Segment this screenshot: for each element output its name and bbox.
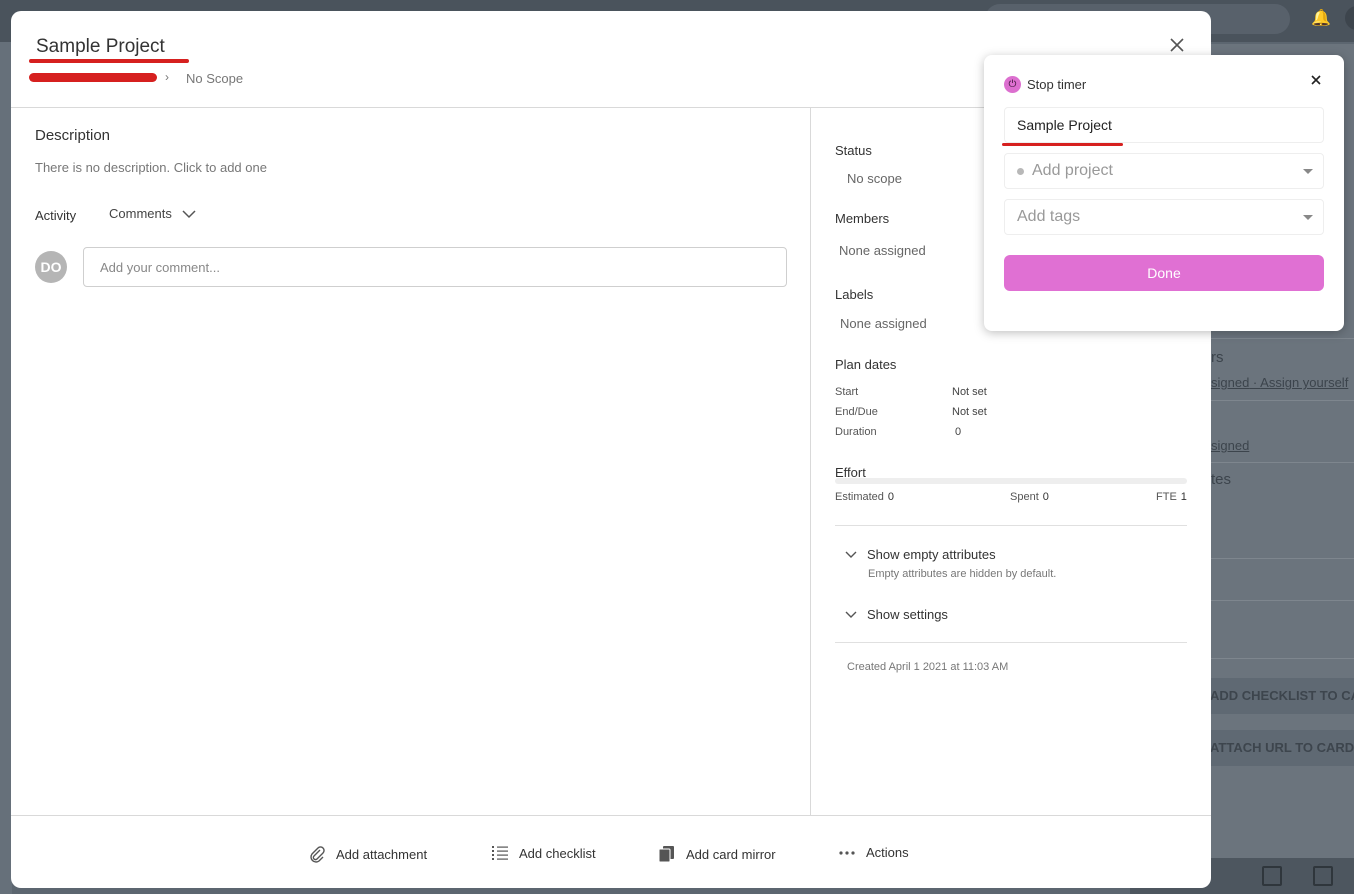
plan-start-value[interactable]: Not set	[952, 386, 987, 398]
board-icon	[1313, 866, 1333, 886]
description-title: Description	[35, 127, 111, 144]
background-divider	[1210, 338, 1354, 339]
divider	[835, 525, 1187, 526]
labels-title: Labels	[835, 287, 874, 302]
status-value[interactable]: No scope	[847, 171, 902, 186]
add-tags-dropdown[interactable]: Add tags	[1004, 199, 1324, 235]
comment-input[interactable]	[83, 247, 787, 287]
background-assign-links: signed · Assign yourself	[1211, 375, 1349, 390]
description-placeholder[interactable]: There is no description. Click to add on…	[35, 160, 267, 175]
add-tags-placeholder: Add tags	[1017, 208, 1081, 225]
add-card-mirror-label: Add card mirror	[686, 846, 776, 862]
members-value[interactable]: None assigned	[839, 243, 926, 258]
add-attachment-button[interactable]: Add attachment	[308, 845, 427, 863]
plan-duration-label: Duration	[835, 426, 877, 438]
project-dot-icon	[1017, 167, 1024, 175]
activity-label: Activity	[35, 208, 77, 223]
plan-start-label: Start	[835, 386, 859, 398]
show-settings-toggle[interactable]: Show settings	[845, 607, 948, 622]
effort-fte[interactable]: FTE 1	[1156, 491, 1187, 503]
power-icon: ⏻	[1004, 76, 1021, 93]
checklist-icon	[492, 846, 508, 860]
activity-filter-label: Comments	[109, 206, 172, 221]
effort-progress-bar	[835, 478, 1187, 484]
show-settings-label: Show settings	[867, 607, 948, 622]
avatar: DO	[35, 251, 67, 283]
effort-spent[interactable]: Spent 0	[1010, 491, 1049, 503]
add-checklist-label: Add checklist	[519, 845, 596, 861]
external-link-icon	[1262, 866, 1282, 886]
plan-end-label: End/Due	[835, 406, 878, 418]
redaction-mark	[1002, 143, 1123, 146]
chevron-down-icon	[845, 611, 857, 618]
background-members-title: rs	[1211, 349, 1224, 366]
timer-description-input[interactable]	[1004, 107, 1324, 143]
created-timestamp: Created April 1 2021 at 11:03 AM	[847, 661, 1009, 673]
timer-popover: ⏻ Stop timer Add project Add tags Done	[984, 55, 1344, 331]
background-add-checklist-button: ADD CHECKLIST TO CARD	[1210, 678, 1354, 714]
members-title: Members	[835, 211, 890, 226]
plan-end-value[interactable]: Not set	[952, 406, 987, 418]
chevron-down-icon	[845, 551, 857, 558]
background-attach-url-button: ATTACH URL TO CARD	[1210, 730, 1354, 766]
chevron-right-icon: ›	[165, 70, 169, 84]
show-empty-attributes-hint: Empty attributes are hidden by default.	[868, 568, 1057, 580]
show-empty-attributes-label: Show empty attributes	[867, 547, 996, 562]
add-project-dropdown[interactable]: Add project	[1004, 153, 1324, 189]
redaction-mark	[29, 59, 189, 63]
more-dots-icon	[839, 850, 855, 855]
bell-icon: 🔔	[1311, 10, 1331, 27]
plan-duration-value[interactable]: 0	[955, 426, 961, 438]
divider	[835, 642, 1187, 643]
background-labels-link: signed	[1211, 438, 1250, 453]
caret-down-icon	[1303, 169, 1313, 174]
breadcrumb-scope[interactable]: No Scope	[186, 71, 243, 86]
actions-button[interactable]: Actions	[838, 845, 909, 860]
show-empty-attributes-toggle[interactable]: Show empty attributes	[845, 547, 996, 562]
caret-down-icon	[1303, 215, 1313, 220]
timer-title: Stop timer	[1027, 77, 1087, 92]
background-divider	[1210, 462, 1354, 463]
card-title[interactable]: Sample Project	[36, 36, 165, 58]
actions-label: Actions	[866, 845, 909, 860]
close-icon[interactable]	[1309, 73, 1323, 87]
labels-value[interactable]: None assigned	[840, 316, 927, 331]
effort-estimated[interactable]: Estimated 0	[835, 491, 894, 503]
add-project-placeholder: Add project	[1032, 162, 1113, 179]
background-divider	[1210, 600, 1354, 601]
close-icon[interactable]	[1167, 35, 1187, 55]
redaction-mark	[29, 73, 157, 82]
background-dates-title: tes	[1211, 471, 1232, 488]
activity-filter-dropdown[interactable]: Comments	[109, 206, 196, 221]
background-divider	[1210, 558, 1354, 559]
copy-icon	[658, 846, 674, 863]
chevron-down-icon	[182, 209, 196, 218]
add-card-mirror-button[interactable]: Add card mirror	[658, 845, 776, 863]
card-footer-toolbar: Add attachment Add checklist Add card mi…	[11, 815, 1211, 888]
plan-dates-title: Plan dates	[835, 357, 897, 372]
background-divider	[1210, 400, 1354, 401]
paperclip-icon	[310, 846, 325, 863]
status-title: Status	[835, 143, 872, 158]
done-button[interactable]: Done	[1004, 255, 1324, 291]
background-divider	[1210, 658, 1354, 659]
add-attachment-label: Add attachment	[336, 846, 428, 862]
add-checklist-button[interactable]: Add checklist	[491, 845, 596, 861]
card-main-pane: Description There is no description. Cli…	[11, 108, 811, 815]
